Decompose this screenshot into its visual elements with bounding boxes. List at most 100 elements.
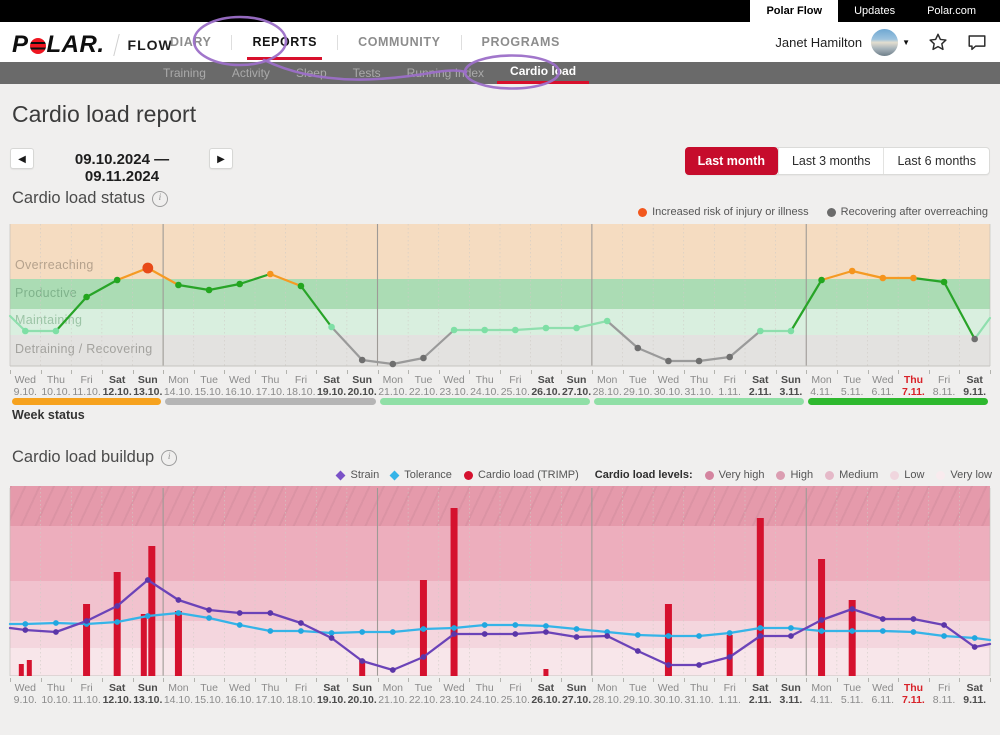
tolerance-point-22-10- [421,626,427,632]
axis-day-dow: Wed [867,375,899,387]
top-tab-polar-flow[interactable]: Polar Flow [750,0,838,22]
axis-day-dow: Mon [591,683,623,695]
status-line-segment [332,327,363,360]
axis-day-label: Tue5.11. [836,683,868,706]
range-button-last-3-months[interactable]: Last 3 months [778,148,884,174]
subnav-item-tests[interactable]: Tests [340,62,394,84]
status-legend-item: Recovering after overreaching [827,206,988,218]
axis-day-dow: Fri [71,375,103,387]
axis-day-label: Fri25.10. [499,683,531,706]
axis-tick [561,678,562,682]
date-range: 09.10.2024 — 09.11.2024 [42,151,202,185]
week-status-segment-productive [808,398,988,405]
axis-day-dow: Sat [530,375,562,387]
messages-bubble-icon[interactable] [966,31,988,53]
cardio-load-status-chart[interactable]: OverreachingProductiveMaintainingDetrain… [0,222,1000,368]
favorites-star-icon[interactable] [927,31,949,53]
subnav-item-cardio-load[interactable]: Cardio load [497,62,589,84]
strain-point-9-10- [22,627,28,633]
user-avatar[interactable] [871,29,898,56]
axis-tick [102,678,103,682]
cardio-load-buildup-chart[interactable] [0,486,1000,676]
axis-tick [194,370,195,374]
buildup-heading-text: Cardio load buildup [12,448,154,467]
tolerance-point-14-10- [176,610,182,616]
axis-day-dow: Sat [101,683,133,695]
user-name[interactable]: Janet Hamilton [775,35,862,50]
subnav-item-training[interactable]: Training [150,62,219,84]
axis-day-date: 16.10. [224,387,256,399]
nav-item-diary[interactable]: DIARY [150,22,231,62]
axis-tick [194,678,195,682]
axis-tick [10,370,11,374]
axis-day-dow: Sat [316,683,348,695]
axis-day-label: Mon28.10. [591,683,623,706]
axis-tick [653,370,654,374]
range-button-last-month[interactable]: Last month [685,147,778,175]
info-icon[interactable]: i [152,191,168,207]
axis-day-dow: Wed [9,375,41,387]
axis-tick [990,678,991,682]
axis-day-date: 11.10. [71,387,103,399]
status-point-21-10- [390,361,397,368]
polar-logo[interactable]: PLAR. FLOW [12,31,173,59]
axis-day-date: 24.10. [469,387,501,399]
nav-item-community[interactable]: COMMUNITY [338,22,460,62]
week-status-segment-maintaining [594,398,804,405]
buildup-level-legend-item: Medium [825,469,878,481]
status-legend-item: Increased risk of injury or illness [638,206,809,218]
axis-tick [316,678,317,682]
info-icon[interactable]: i [161,450,177,466]
status-point-29-10- [635,345,642,352]
axis-day-dow: Fri [71,683,103,695]
week-status-label: Week status [12,408,85,422]
axis-day-label: Sun3.11. [775,683,807,706]
axis-tick [286,370,287,374]
tolerance-point-31-10- [696,633,702,639]
axis-day-label: Fri25.10. [499,375,531,398]
axis-day-dow: Fri [714,683,746,695]
axis-tick [531,370,532,374]
axis-tick [929,678,930,682]
status-point-27-10- [573,325,580,332]
axis-day-dow: Fri [928,683,960,695]
subnav-item-sleep[interactable]: Sleep [283,62,340,84]
axis-day-date: 12.10. [101,387,133,399]
axis-day-date: 19.10. [316,387,348,399]
top-tab-updates[interactable]: Updates [838,0,911,22]
trimp-bar-9-10- [27,660,32,676]
top-site-tabs: Polar FlowUpdatesPolar.com [750,0,992,22]
axis-tick [868,678,869,682]
next-period-button[interactable]: ▶ [209,148,233,169]
previous-period-button[interactable]: ◀ [10,148,34,169]
nav-item-programs[interactable]: PROGRAMS [462,22,580,62]
axis-day-dow: Fri [714,375,746,387]
axis-day-label: Thu31.10. [683,375,715,398]
range-button-last-6-months[interactable]: Last 6 months [883,148,989,174]
nav-item-reports[interactable]: REPORTS [232,22,337,62]
axis-day-dow: Thu [40,375,72,387]
axis-day-label: Thu17.10. [254,375,286,398]
axis-tick [71,678,72,682]
axis-day-dow: Sat [959,683,991,695]
logo-letter-p: P [12,31,29,59]
axis-day-date: 6.11. [867,387,899,399]
chevron-down-icon[interactable]: ▼ [902,38,910,47]
axis-day-dow: Tue [193,375,225,387]
status-chart-x-axis: Wed9.10.Thu10.10.Fri11.10.Sat12.10.Sun13… [0,370,1000,400]
axis-tick [684,370,685,374]
axis-day-dow: Thu [683,683,715,695]
axis-day-dow: Wed [9,683,41,695]
polar-logo-o-icon [30,38,46,54]
week-status-bar [0,398,1000,405]
top-tab-polar-com[interactable]: Polar.com [911,0,992,22]
status-heading-text: Cardio load status [12,189,145,208]
axis-day-dow: Thu [40,683,72,695]
subnav-item-running-index[interactable]: Running Index [394,62,497,84]
axis-tick [255,678,256,682]
status-line-segment [393,358,424,364]
axis-day-date: 31.10. [683,387,715,399]
axis-day-label: Sun20.10. [346,375,378,398]
tolerance-point-9-10- [22,621,28,627]
subnav-item-activity[interactable]: Activity [219,62,283,84]
